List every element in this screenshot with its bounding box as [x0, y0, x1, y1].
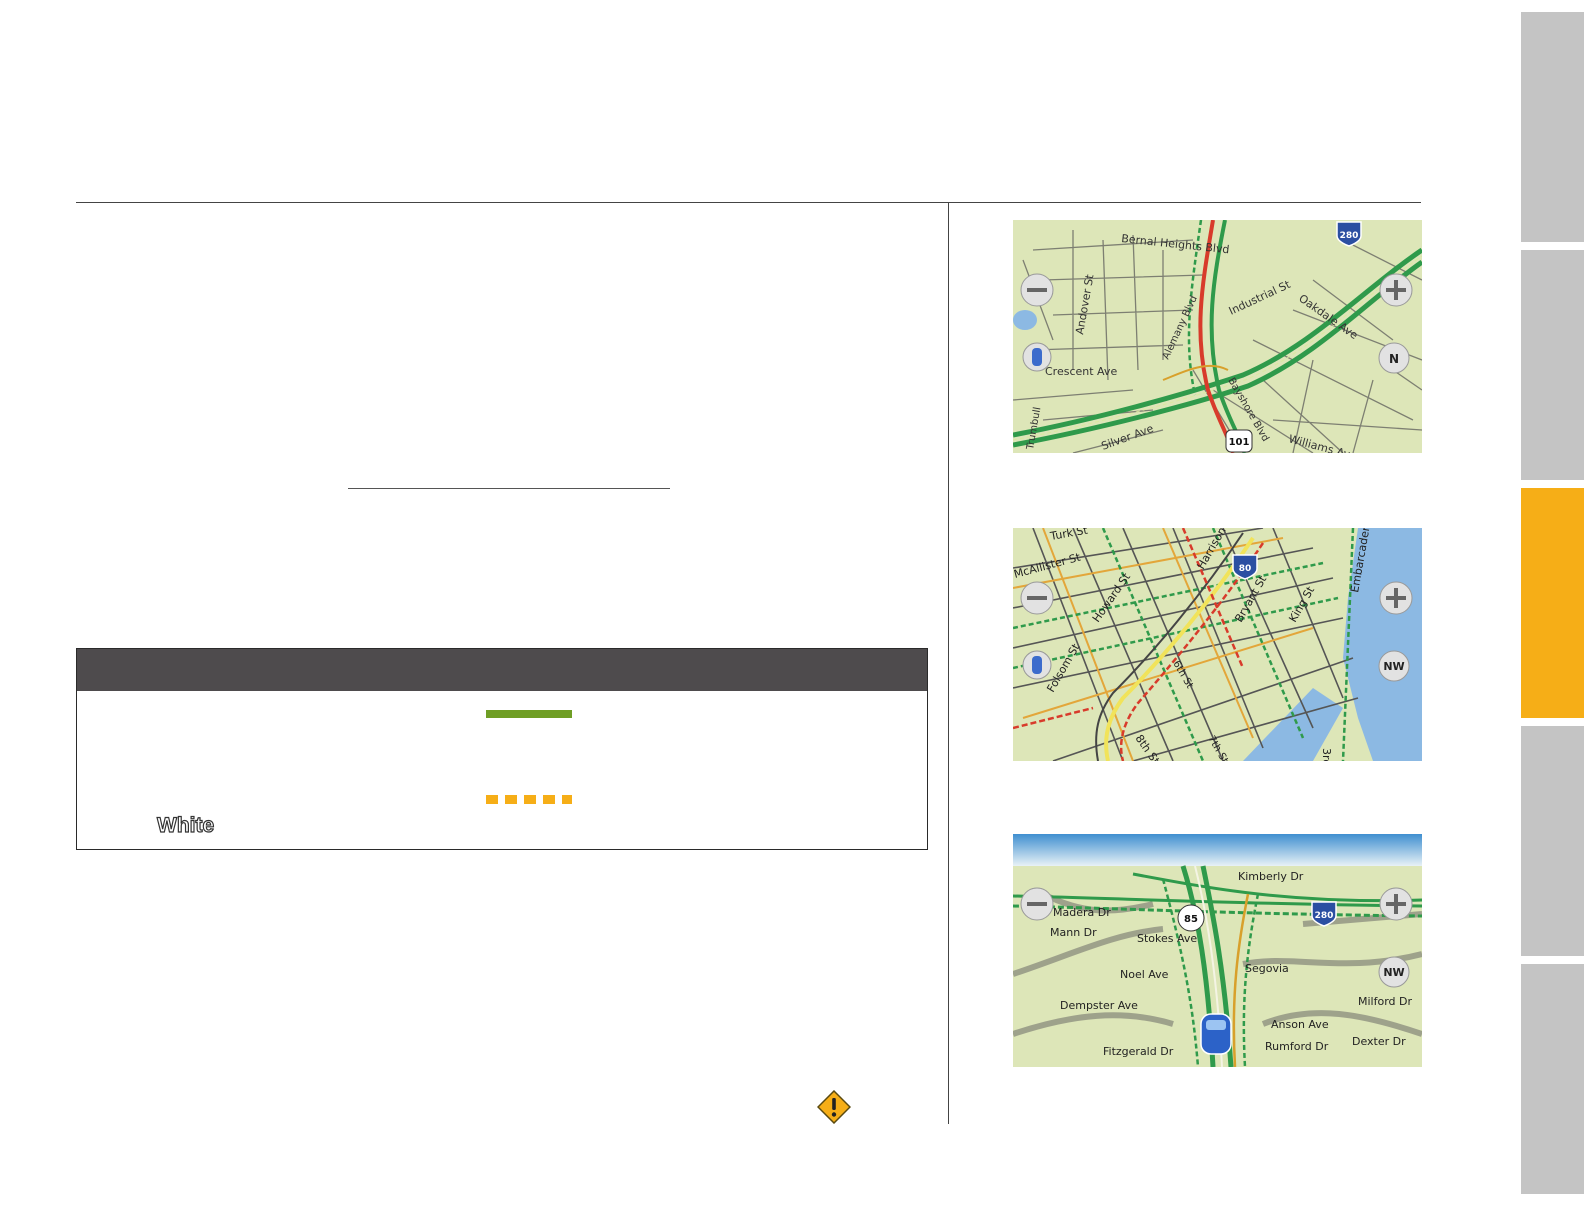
traffic-map-3[interactable]: Kimberly Dr Madera Dr Mann Dr Stokes Ave… [1013, 834, 1422, 1067]
compass-icon[interactable]: N [1378, 342, 1410, 374]
side-tab-2[interactable] [1521, 250, 1584, 480]
traffic-map-2[interactable]: Turk St McAllister St Harrison St Howard… [1013, 528, 1422, 761]
legend-header-bar [77, 649, 927, 691]
svg-text:N: N [1389, 352, 1399, 366]
compass-icon[interactable]: NW [1378, 956, 1410, 988]
svg-text:280: 280 [1315, 911, 1334, 921]
side-tab-1[interactable] [1521, 12, 1584, 242]
side-tab-3-active[interactable] [1521, 488, 1584, 718]
legend-white-label: White [156, 813, 215, 837]
zoom-in-button[interactable] [1379, 887, 1413, 921]
svg-text:80: 80 [1239, 564, 1252, 574]
svg-text:101: 101 [1229, 437, 1250, 448]
zoom-in-button[interactable] [1379, 273, 1413, 307]
top-rule [76, 202, 1421, 203]
street-label: Rumford Dr [1265, 1040, 1329, 1053]
column-divider [948, 202, 949, 1124]
interstate-shield: 280 [1336, 221, 1362, 247]
street-label: Mann Dr [1050, 926, 1097, 939]
traffic-legend-table: White [76, 648, 928, 850]
street-label: Dexter Dr [1352, 1035, 1406, 1048]
svg-text:85: 85 [1184, 914, 1198, 925]
street-label: Fitzgerald Dr [1103, 1045, 1174, 1058]
interstate-shield: 280 [1311, 901, 1337, 927]
state-route-shield: 85 [1177, 904, 1205, 932]
vehicle-locator-icon[interactable] [1022, 650, 1052, 680]
warning-icon [817, 1090, 851, 1124]
street-label: Madera Dr [1053, 906, 1111, 919]
street-label: Dempster Ave [1060, 999, 1138, 1012]
street-label: Kimberly Dr [1238, 870, 1304, 883]
underline-rule [348, 488, 670, 489]
street-label: Crescent Ave [1045, 365, 1117, 378]
street-label: Milford Dr [1358, 995, 1412, 1008]
zoom-out-button[interactable] [1020, 887, 1054, 921]
svg-text:280: 280 [1340, 231, 1359, 241]
us-route-shield: 101 [1225, 429, 1253, 453]
side-tab-5[interactable] [1521, 964, 1584, 1194]
street-label: Segovia [1245, 962, 1289, 975]
compass-icon[interactable]: NW [1378, 650, 1410, 682]
zoom-out-button[interactable] [1020, 273, 1054, 307]
street-label: Anson Ave [1271, 1018, 1329, 1031]
zoom-out-button[interactable] [1020, 581, 1054, 615]
street-label: Stokes Ave [1137, 932, 1197, 945]
svg-text:NW: NW [1383, 966, 1404, 979]
traffic-map-1[interactable]: Bernal Heights Blvd Andover St Industria… [1013, 220, 1422, 453]
zoom-in-button[interactable] [1379, 581, 1413, 615]
interstate-shield: 80 [1232, 554, 1258, 580]
vehicle-position-icon [1200, 1013, 1232, 1055]
side-tab-4[interactable] [1521, 726, 1584, 956]
svg-text:NW: NW [1383, 660, 1404, 673]
solid-green-swatch [486, 710, 572, 718]
street-label: 3rd St [1320, 748, 1333, 761]
dashed-orange-swatch [486, 795, 572, 804]
street-label: Noel Ave [1120, 968, 1169, 981]
vehicle-locator-icon[interactable] [1022, 342, 1052, 372]
